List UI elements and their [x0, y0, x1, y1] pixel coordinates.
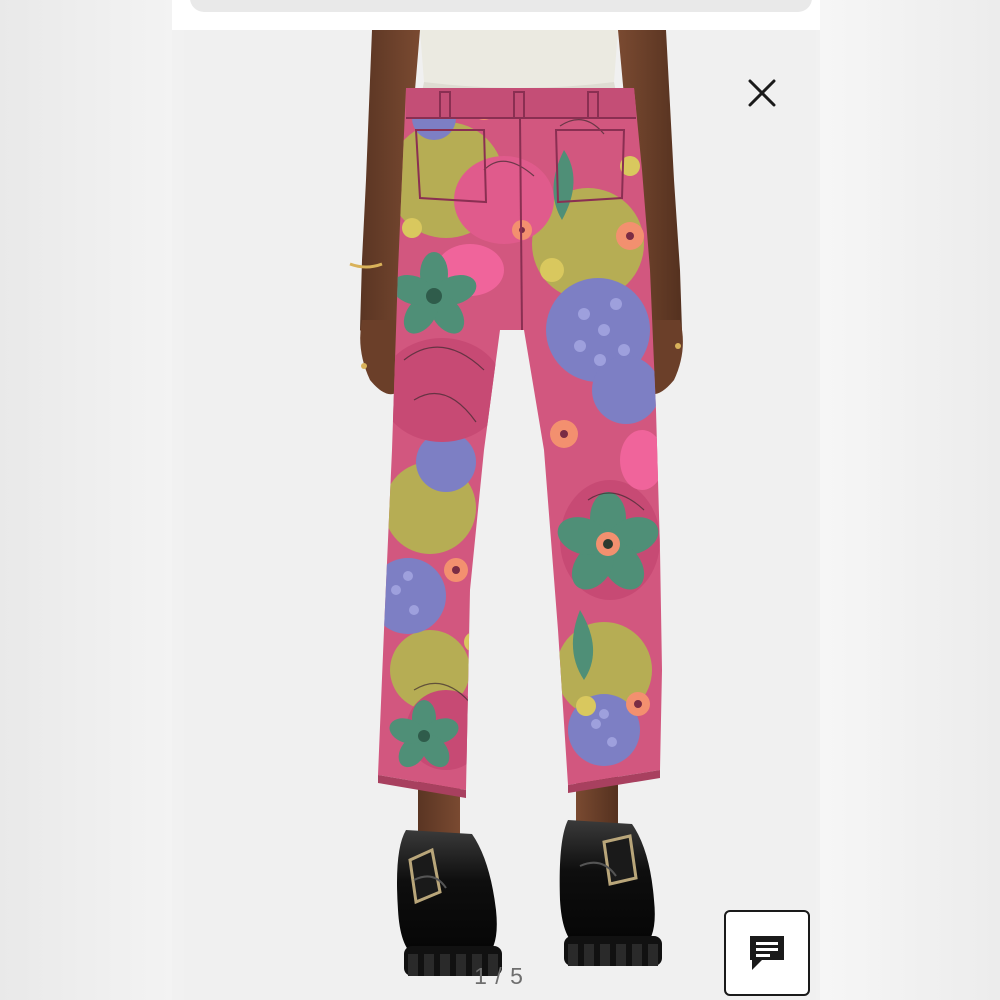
product-photo [184, 30, 816, 1000]
chat-icon [750, 936, 784, 970]
chat-button[interactable] [724, 910, 810, 996]
search-bar[interactable] [190, 0, 812, 12]
background-right [820, 0, 1000, 1000]
counter-separator: / [495, 963, 503, 989]
total-images: 5 [510, 963, 524, 989]
background-left [0, 0, 172, 1000]
image-viewer[interactable]: 1 / 5 [184, 30, 816, 1000]
image-counter: 1 / 5 [454, 963, 544, 990]
close-button[interactable] [742, 73, 782, 113]
current-image-index: 1 [474, 963, 488, 989]
close-icon [748, 79, 776, 107]
